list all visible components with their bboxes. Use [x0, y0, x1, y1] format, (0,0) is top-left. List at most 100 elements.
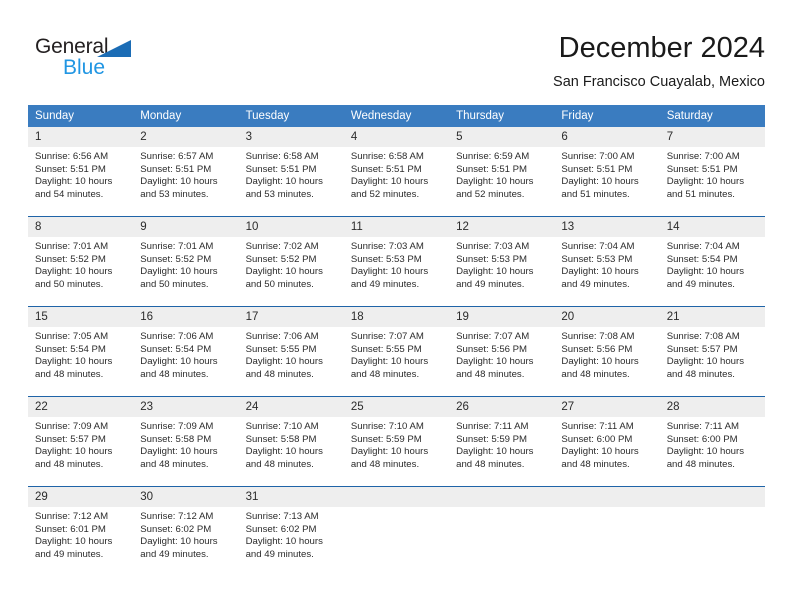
- day-details: Sunrise: 7:05 AM Sunset: 5:54 PM Dayligh…: [28, 327, 133, 381]
- daylight-text-line1: Daylight: 10 hours: [350, 176, 429, 188]
- day-number: 27: [554, 397, 660, 417]
- day-cell[interactable]: 28 Sunrise: 7:11 AM Sunset: 6:00 PM Dayl…: [659, 396, 765, 487]
- sunrise-text: Sunrise: 7:01 AM: [35, 241, 109, 252]
- sunset-text: Sunset: 6:00 PM: [666, 433, 738, 445]
- day-cell[interactable]: 19 Sunrise: 7:07 AM Sunset: 5:56 PM Dayl…: [449, 306, 555, 397]
- day-cell[interactable]: 5 Sunrise: 6:59 AM Sunset: 5:51 PM Dayli…: [449, 127, 555, 217]
- day-details: Sunrise: 7:08 AM Sunset: 5:57 PM Dayligh…: [660, 327, 765, 381]
- day-cell[interactable]: 26 Sunrise: 7:11 AM Sunset: 5:59 PM Dayl…: [449, 396, 555, 487]
- day-details: Sunrise: 6:58 AM Sunset: 5:51 PM Dayligh…: [344, 147, 449, 201]
- day-cell[interactable]: 20 Sunrise: 7:08 AM Sunset: 5:56 PM Dayl…: [554, 306, 660, 397]
- sunset-text: Sunset: 5:51 PM: [350, 163, 422, 175]
- daylight-text-line2: and 50 minutes.: [140, 278, 209, 290]
- sunset-text: Sunset: 5:52 PM: [245, 253, 317, 265]
- day-number: 11: [343, 217, 450, 237]
- day-cell[interactable]: 2 Sunrise: 6:57 AM Sunset: 5:51 PM Dayli…: [133, 127, 239, 217]
- day-cell[interactable]: 1 Sunrise: 6:56 AM Sunset: 5:51 PM Dayli…: [28, 127, 134, 217]
- sunset-text: Sunset: 5:54 PM: [35, 343, 106, 355]
- sunrise-text: Sunrise: 7:11 AM: [456, 421, 529, 432]
- day-cell[interactable]: 23 Sunrise: 7:09 AM Sunset: 5:58 PM Dayl…: [133, 396, 239, 487]
- day-number: 13: [554, 217, 660, 237]
- day-cell[interactable]: 14 Sunrise: 7:04 AM Sunset: 5:54 PM Dayl…: [659, 216, 765, 307]
- sunrise-text: Sunrise: 7:08 AM: [666, 331, 740, 342]
- daylight-text-line2: and 49 minutes.: [350, 278, 420, 290]
- day-cell[interactable]: 17 Sunrise: 7:06 AM Sunset: 5:55 PM Dayl…: [238, 306, 344, 397]
- day-cell[interactable]: 11 Sunrise: 7:03 AM Sunset: 5:53 PM Dayl…: [343, 216, 450, 307]
- sunset-text: Sunset: 5:55 PM: [350, 343, 422, 355]
- day-cell[interactable]: 25 Sunrise: 7:10 AM Sunset: 5:59 PM Dayl…: [343, 396, 450, 487]
- sunset-text: Sunset: 5:51 PM: [561, 163, 633, 175]
- day-details: Sunrise: 6:59 AM Sunset: 5:51 PM Dayligh…: [449, 147, 554, 201]
- day-number: 8: [28, 217, 134, 237]
- day-cell[interactable]: 6 Sunrise: 7:00 AM Sunset: 5:51 PM Dayli…: [554, 127, 660, 217]
- daylight-text-line2: and 48 minutes.: [666, 458, 735, 470]
- day-cell[interactable]: 18 Sunrise: 7:07 AM Sunset: 5:55 PM Dayl…: [343, 306, 450, 397]
- sunset-text: Sunset: 6:01 PM: [35, 523, 106, 535]
- day-cell[interactable]: 16 Sunrise: 7:06 AM Sunset: 5:54 PM Dayl…: [133, 306, 239, 397]
- daylight-text-line2: and 48 minutes.: [561, 368, 630, 380]
- day-cell[interactable]: 4 Sunrise: 6:58 AM Sunset: 5:51 PM Dayli…: [343, 127, 450, 217]
- day-cell[interactable]: 24 Sunrise: 7:10 AM Sunset: 5:58 PM Dayl…: [238, 396, 344, 487]
- weekday-header-tuesday: Tuesday: [238, 105, 344, 127]
- day-cell[interactable]: 7 Sunrise: 7:00 AM Sunset: 5:51 PM Dayli…: [659, 127, 765, 217]
- day-details: Sunrise: 7:12 AM Sunset: 6:01 PM Dayligh…: [28, 507, 133, 561]
- day-cell[interactable]: 31 Sunrise: 7:13 AM Sunset: 6:02 PM Dayl…: [238, 486, 344, 576]
- daylight-text-line1: Daylight: 10 hours: [456, 356, 534, 368]
- day-details: Sunrise: 7:10 AM Sunset: 5:59 PM Dayligh…: [344, 417, 449, 471]
- general-blue-logo[interactable]: General Blue: [35, 35, 155, 87]
- daylight-text-line1: Daylight: 10 hours: [350, 356, 429, 368]
- day-cell-empty: [659, 486, 765, 576]
- daylight-text-line1: Daylight: 10 hours: [35, 266, 113, 278]
- day-number: 5: [449, 127, 555, 147]
- day-number: [659, 487, 765, 507]
- day-details: Sunrise: 7:07 AM Sunset: 5:56 PM Dayligh…: [449, 327, 554, 381]
- day-cell[interactable]: 22 Sunrise: 7:09 AM Sunset: 5:57 PM Dayl…: [28, 396, 134, 487]
- weekday-header-saturday: Saturday: [659, 105, 765, 127]
- daylight-text-line2: and 51 minutes.: [666, 188, 735, 200]
- day-cell[interactable]: 21 Sunrise: 7:08 AM Sunset: 5:57 PM Dayl…: [659, 306, 765, 397]
- daylight-text-line1: Daylight: 10 hours: [561, 446, 639, 458]
- daylight-text-line1: Daylight: 10 hours: [35, 176, 113, 188]
- sunset-text: Sunset: 5:52 PM: [35, 253, 106, 265]
- day-cell[interactable]: 10 Sunrise: 7:02 AM Sunset: 5:52 PM Dayl…: [238, 216, 344, 307]
- day-cell[interactable]: 15 Sunrise: 7:05 AM Sunset: 5:54 PM Dayl…: [28, 306, 134, 397]
- day-details: Sunrise: 7:06 AM Sunset: 5:54 PM Dayligh…: [133, 327, 238, 381]
- day-details: [660, 507, 765, 511]
- day-number: 25: [343, 397, 450, 417]
- day-cell[interactable]: 9 Sunrise: 7:01 AM Sunset: 5:52 PM Dayli…: [133, 216, 239, 307]
- day-details: Sunrise: 7:02 AM Sunset: 5:52 PM Dayligh…: [239, 237, 344, 291]
- day-number: 20: [554, 307, 660, 327]
- weekday-header-sunday: Sunday: [28, 105, 134, 127]
- day-cell[interactable]: 27 Sunrise: 7:11 AM Sunset: 6:00 PM Dayl…: [554, 396, 660, 487]
- daylight-text-line1: Daylight: 10 hours: [35, 446, 113, 458]
- weekday-header-wednesday: Wednesday: [343, 105, 450, 127]
- day-cell[interactable]: 29 Sunrise: 7:12 AM Sunset: 6:01 PM Dayl…: [28, 486, 134, 576]
- day-cell[interactable]: 3 Sunrise: 6:58 AM Sunset: 5:51 PM Dayli…: [238, 127, 344, 217]
- day-cell[interactable]: 30 Sunrise: 7:12 AM Sunset: 6:02 PM Dayl…: [133, 486, 239, 576]
- sunset-text: Sunset: 5:52 PM: [140, 253, 212, 265]
- sunrise-text: Sunrise: 7:00 AM: [666, 151, 740, 162]
- daylight-text-line1: Daylight: 10 hours: [456, 446, 534, 458]
- sunset-text: Sunset: 5:51 PM: [666, 163, 738, 175]
- sunrise-text: Sunrise: 7:11 AM: [666, 421, 740, 432]
- day-cell-empty: [449, 486, 555, 576]
- daylight-text-line2: and 48 minutes.: [350, 458, 420, 470]
- daylight-text-line1: Daylight: 10 hours: [35, 356, 113, 368]
- sunset-text: Sunset: 5:59 PM: [350, 433, 422, 445]
- day-number: [343, 487, 450, 507]
- day-number: 10: [238, 217, 344, 237]
- daylight-text-line2: and 48 minutes.: [140, 368, 209, 380]
- day-cell[interactable]: 12 Sunrise: 7:03 AM Sunset: 5:53 PM Dayl…: [449, 216, 555, 307]
- sunset-text: Sunset: 6:02 PM: [245, 523, 317, 535]
- day-number: 12: [449, 217, 555, 237]
- sunrise-text: Sunrise: 6:56 AM: [35, 151, 109, 162]
- daylight-text-line2: and 48 minutes.: [245, 458, 314, 470]
- day-details: Sunrise: 7:13 AM Sunset: 6:02 PM Dayligh…: [239, 507, 344, 561]
- daylight-text-line2: and 52 minutes.: [350, 188, 420, 200]
- daylight-text-line2: and 49 minutes.: [561, 278, 630, 290]
- daylight-text-line2: and 49 minutes.: [245, 548, 314, 560]
- sunset-text: Sunset: 6:02 PM: [140, 523, 212, 535]
- day-cell[interactable]: 13 Sunrise: 7:04 AM Sunset: 5:53 PM Dayl…: [554, 216, 660, 307]
- sunrise-text: Sunrise: 7:04 AM: [561, 241, 635, 252]
- day-cell[interactable]: 8 Sunrise: 7:01 AM Sunset: 5:52 PM Dayli…: [28, 216, 134, 307]
